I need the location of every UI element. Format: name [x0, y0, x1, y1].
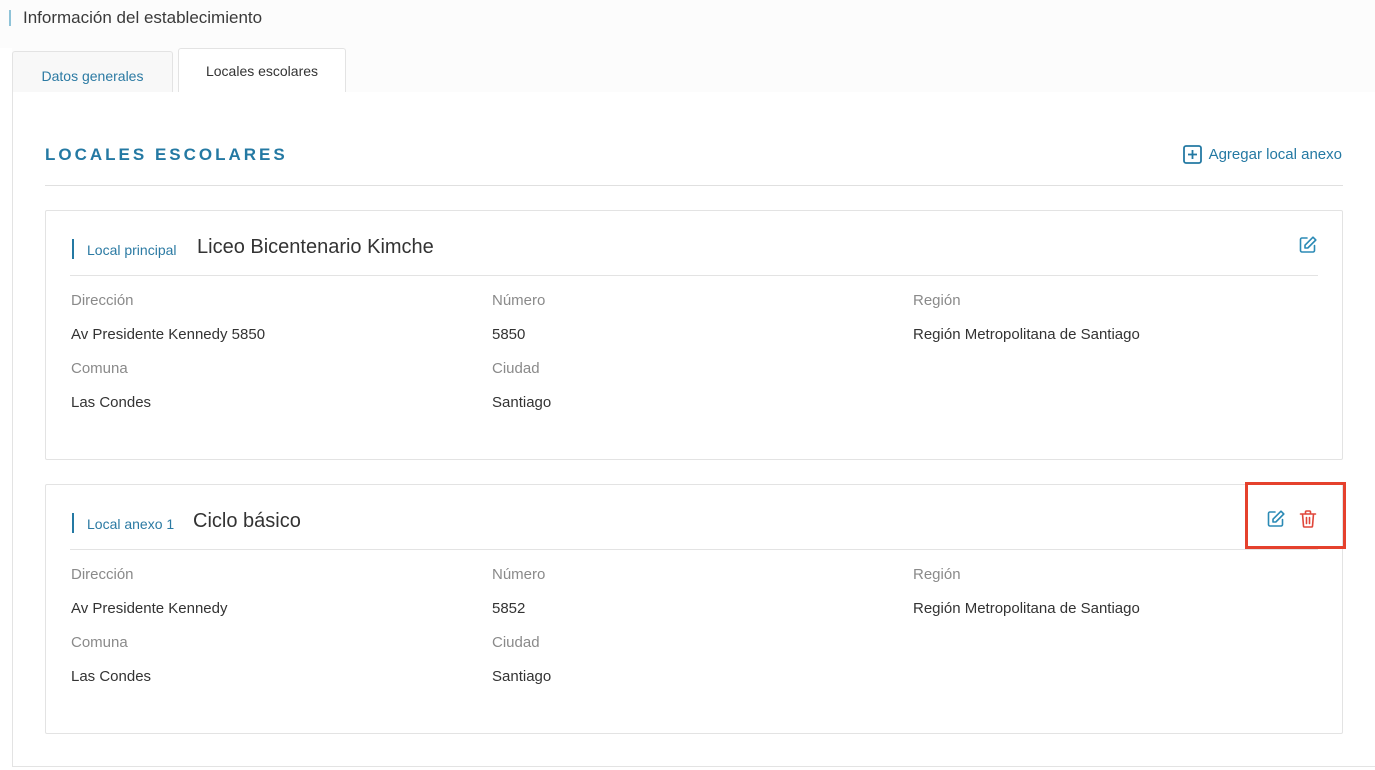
tab-label: Locales escolares: [205, 62, 319, 79]
tab-locales-escolares[interactable]: Locales escolares: [178, 48, 346, 94]
page-header: Información del establecimiento: [0, 0, 1375, 48]
page-title: Información del establecimiento: [23, 8, 263, 27]
card-accent-bar: [72, 239, 74, 259]
card-header: Local principal Liceo Bicentenario Kimch…: [70, 211, 1318, 276]
value-ciudad: Santiago: [492, 394, 552, 411]
add-local-anexo-label: Agregar local anexo: [1208, 146, 1342, 163]
plus-square-icon: [1182, 145, 1202, 164]
label-ciudad: Ciudad: [492, 360, 540, 377]
tab-bar: Datos generales Locales escolares: [12, 48, 1375, 94]
label-region: Región: [913, 292, 961, 309]
label-direccion: Dirección: [71, 292, 134, 309]
card-header: Local anexo 1 Ciclo básico: [70, 485, 1318, 550]
add-local-anexo-button[interactable]: Agregar local anexo: [1182, 145, 1342, 164]
local-kind: Local anexo 1: [87, 516, 175, 532]
value-direccion: Av Presidente Kennedy: [71, 600, 228, 617]
tab-label: Datos generales: [41, 67, 144, 84]
tab-datos-generales[interactable]: Datos generales: [12, 51, 173, 93]
label-comuna: Comuna: [71, 360, 128, 377]
section-divider: [45, 185, 1343, 186]
label-direccion: Dirección: [71, 566, 134, 583]
value-comuna: Las Condes: [71, 394, 152, 411]
card-actions: [1298, 235, 1318, 255]
value-region: Región Metropolitana de Santiago: [913, 600, 1140, 617]
local-name: Ciclo básico: [193, 510, 301, 532]
section-title: LOCALES ESCOLARES: [45, 145, 288, 164]
local-name: Liceo Bicentenario Kimche: [197, 236, 434, 258]
edit-icon[interactable]: [1298, 235, 1318, 255]
local-card-principal: Local principal Liceo Bicentenario Kimch…: [45, 210, 1343, 460]
value-numero: 5852: [492, 600, 526, 617]
local-card-anexo-1: Local anexo 1 Ciclo básico Dirección Av …: [45, 484, 1343, 734]
value-ciudad: Santiago: [492, 668, 552, 685]
value-numero: 5850: [492, 326, 526, 343]
header-accent-bar: [9, 10, 11, 26]
value-comuna: Las Condes: [71, 668, 152, 685]
value-direccion: Av Presidente Kennedy 5850: [71, 326, 266, 343]
local-kind: Local principal: [87, 242, 177, 258]
label-comuna: Comuna: [71, 634, 128, 651]
value-region: Región Metropolitana de Santiago: [913, 326, 1140, 343]
label-numero: Número: [492, 566, 546, 583]
label-ciudad: Ciudad: [492, 634, 540, 651]
card-accent-bar: [72, 513, 74, 533]
label-numero: Número: [492, 292, 546, 309]
edit-icon[interactable]: [1266, 509, 1286, 529]
card-actions: [1266, 509, 1318, 529]
trash-icon[interactable]: [1298, 509, 1318, 529]
label-region: Región: [913, 566, 961, 583]
